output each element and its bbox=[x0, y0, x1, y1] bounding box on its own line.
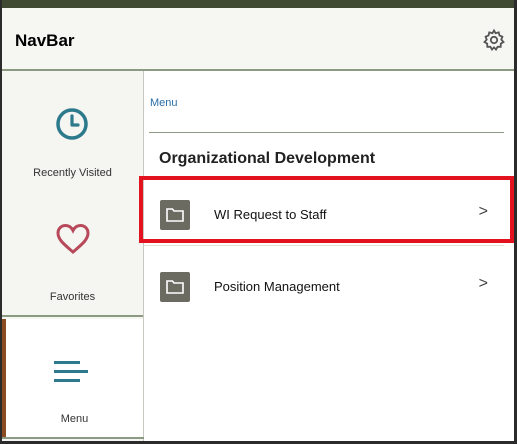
window-frame bbox=[0, 0, 517, 444]
